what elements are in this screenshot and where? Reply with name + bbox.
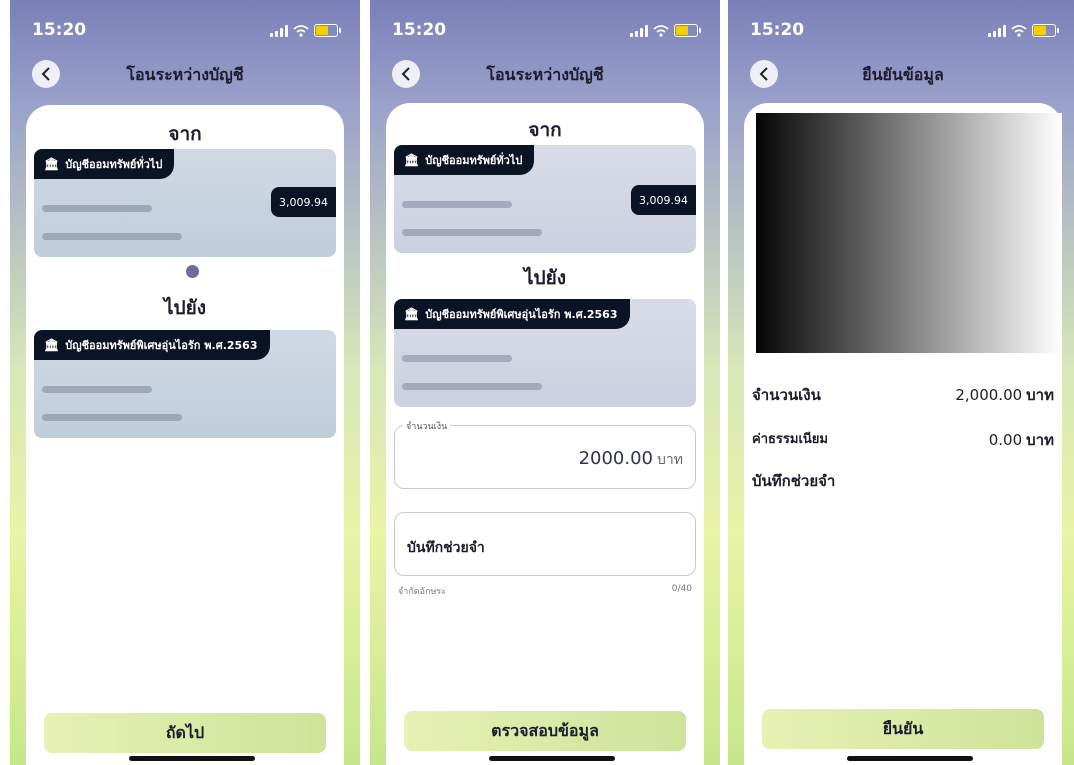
from-label: จาก — [528, 119, 562, 141]
home-indicator — [489, 756, 615, 761]
status-time: 15:20 — [750, 20, 805, 40]
bank-icon: 🏛 — [44, 157, 60, 171]
account-owner-blur — [402, 229, 542, 236]
fee-label: ค่าธรรมเนียม — [752, 432, 828, 447]
battery-icon — [314, 24, 341, 37]
screen-select-account: 15:20 โอนระหว่างบัญชี จาก 🏛 บัญชีออมทรัพ… — [10, 0, 360, 765]
amount-value: 2,000.00 — [955, 386, 1023, 404]
account-owner-blur — [42, 233, 182, 240]
account-number-blur — [42, 386, 152, 393]
status-time: 15:20 — [32, 20, 87, 40]
amount-unit: บาท — [657, 452, 683, 468]
amount-label: จำนวนเงิน — [752, 386, 821, 404]
status-icons — [988, 24, 1059, 37]
screen-transfer-form: 15:20 โอนระหว่างบัญชี จาก 🏛 บัญชีออมทรัพ… — [370, 0, 720, 765]
signal-icon — [988, 24, 1006, 37]
account-owner-blur — [42, 414, 182, 421]
bank-icon: 🏛 — [404, 153, 420, 167]
wifi-icon — [293, 24, 309, 37]
content-sheet: จำนวนเงิน 2,000.00 บาท ค่าธรรมเนียม 0.00 บ… — [744, 103, 1062, 765]
signal-icon — [270, 24, 288, 37]
account-tag: 🏛 บัญชีออมทรัพย์ทั่วไป — [34, 149, 175, 179]
memo-row: บันทึกช่วยจำ — [752, 469, 1054, 493]
char-limit-label: จำกัดอักษระ — [398, 587, 447, 597]
confirm-button[interactable]: ยืนยัน — [762, 709, 1044, 749]
account-tag: 🏛 บัญชีออมทรัพย์พิเศษอุ่นไอรัก พ.ศ.2563 — [394, 299, 630, 329]
bank-icon: 🏛 — [44, 338, 60, 352]
to-account-name: บัญชีออมทรัพย์พิเศษอุ่นไอรัก พ.ศ.2563 — [425, 308, 618, 321]
to-account-card[interactable]: 🏛 บัญชีออมทรัพย์พิเศษอุ่นไอรัก พ.ศ.2563 — [34, 330, 336, 438]
home-indicator — [847, 756, 973, 761]
amount-legend: จำนวนเงิน — [403, 419, 451, 433]
amount-row: จำนวนเงิน 2,000.00 บาท — [752, 383, 1054, 407]
fee-unit: บาท — [1026, 431, 1054, 449]
balance-badge: 3,009.94 — [631, 185, 696, 215]
wifi-icon — [653, 24, 669, 37]
amount-display: 2000.00 บาท — [579, 448, 683, 471]
signal-icon — [630, 24, 648, 37]
memo-label: บันทึกช่วยจำ — [752, 472, 836, 490]
status-bar: 15:20 — [32, 20, 341, 44]
wifi-icon — [1011, 24, 1027, 37]
amount-field[interactable]: จำนวนเงิน 2000.00 บาท — [394, 419, 696, 489]
status-icons — [630, 24, 701, 37]
account-tag: 🏛 บัญชีออมทรัพย์พิเศษอุ่นไอรัก พ.ศ.2563 — [34, 330, 270, 360]
amount-summary: 2,000.00 บาท — [955, 383, 1054, 407]
status-bar: 15:20 — [392, 20, 701, 44]
char-count: 0/40 — [671, 584, 692, 594]
to-account-name: บัญชีออมทรัพย์พิเศษอุ่นไอรัก พ.ศ.2563 — [65, 339, 258, 352]
to-label: ไปยัง — [163, 297, 207, 319]
content-sheet: จาก 🏛 บัญชีออมทรัพย์ทั่วไป 3,009.94 ไปยั… — [26, 105, 344, 765]
home-indicator — [129, 756, 255, 761]
account-number-blur — [402, 201, 512, 208]
from-account-name: บัญชีออมทรัพย์ทั่วไป — [65, 158, 163, 171]
account-tag: 🏛 บัญชีออมทรัพย์ทั่วไป — [394, 145, 535, 175]
amount-value: 2000.00 — [578, 448, 654, 469]
fee-row: ค่าธรรมเนียม 0.00 บาท — [752, 428, 1054, 449]
from-account-card[interactable]: 🏛 บัญชีออมทรัพย์ทั่วไป 3,009.94 — [394, 145, 696, 253]
from-account-card[interactable]: 🏛 บัญชีออมทรัพย์ทั่วไป 3,009.94 — [34, 149, 336, 257]
memo-field[interactable]: บันทึกช่วยจำ — [394, 512, 696, 576]
account-number-blur — [42, 205, 152, 212]
from-account-name: บัญชีออมทรัพย์ทั่วไป — [425, 154, 523, 167]
battery-icon — [674, 24, 701, 37]
next-button[interactable]: ถัดไป — [44, 713, 326, 753]
from-label: จาก — [168, 123, 202, 145]
content-sheet: จาก 🏛 บัญชีออมทรัพย์ทั่วไป 3,009.94 ไปยั… — [386, 103, 704, 765]
battery-icon — [1032, 24, 1059, 37]
balance-badge: 3,009.94 — [271, 187, 336, 217]
status-bar: 15:20 — [750, 20, 1059, 44]
memo-placeholder: บันทึกช่วยจำ — [407, 540, 485, 556]
fee-value: 0.00 — [988, 431, 1023, 449]
bank-icon: 🏛 — [404, 307, 420, 321]
amount-unit: บาท — [1026, 386, 1054, 404]
header: โอนระหว่างบัญชี — [10, 58, 360, 90]
account-owner-blur — [402, 383, 542, 390]
header: โอนระหว่างบัญชี — [370, 58, 720, 90]
page-title: ยืนยันข้อมูล — [862, 65, 944, 84]
page-title: โอนระหว่างบัญชี — [486, 65, 604, 84]
check-info-button[interactable]: ตรวจสอบข้อมูล — [404, 711, 686, 751]
page-indicator-dot[interactable] — [186, 265, 199, 278]
to-label: ไปยัง — [523, 267, 567, 289]
page-title: โอนระหว่างบัญชี — [126, 65, 244, 84]
to-account-card[interactable]: 🏛 บัญชีออมทรัพย์พิเศษอุ่นไอรัก พ.ศ.2563 — [394, 299, 696, 407]
fee-summary: 0.00 บาท — [989, 428, 1054, 452]
status-time: 15:20 — [392, 20, 447, 40]
receipt-image-placeholder — [756, 113, 1062, 353]
screen-confirm: 15:20 ยืนยันข้อมูล จำนวนเงิน 2,000.00 บาท… — [728, 0, 1074, 765]
account-number-blur — [402, 355, 512, 362]
status-icons — [270, 24, 341, 37]
header: ยืนยันข้อมูล — [728, 58, 1074, 90]
